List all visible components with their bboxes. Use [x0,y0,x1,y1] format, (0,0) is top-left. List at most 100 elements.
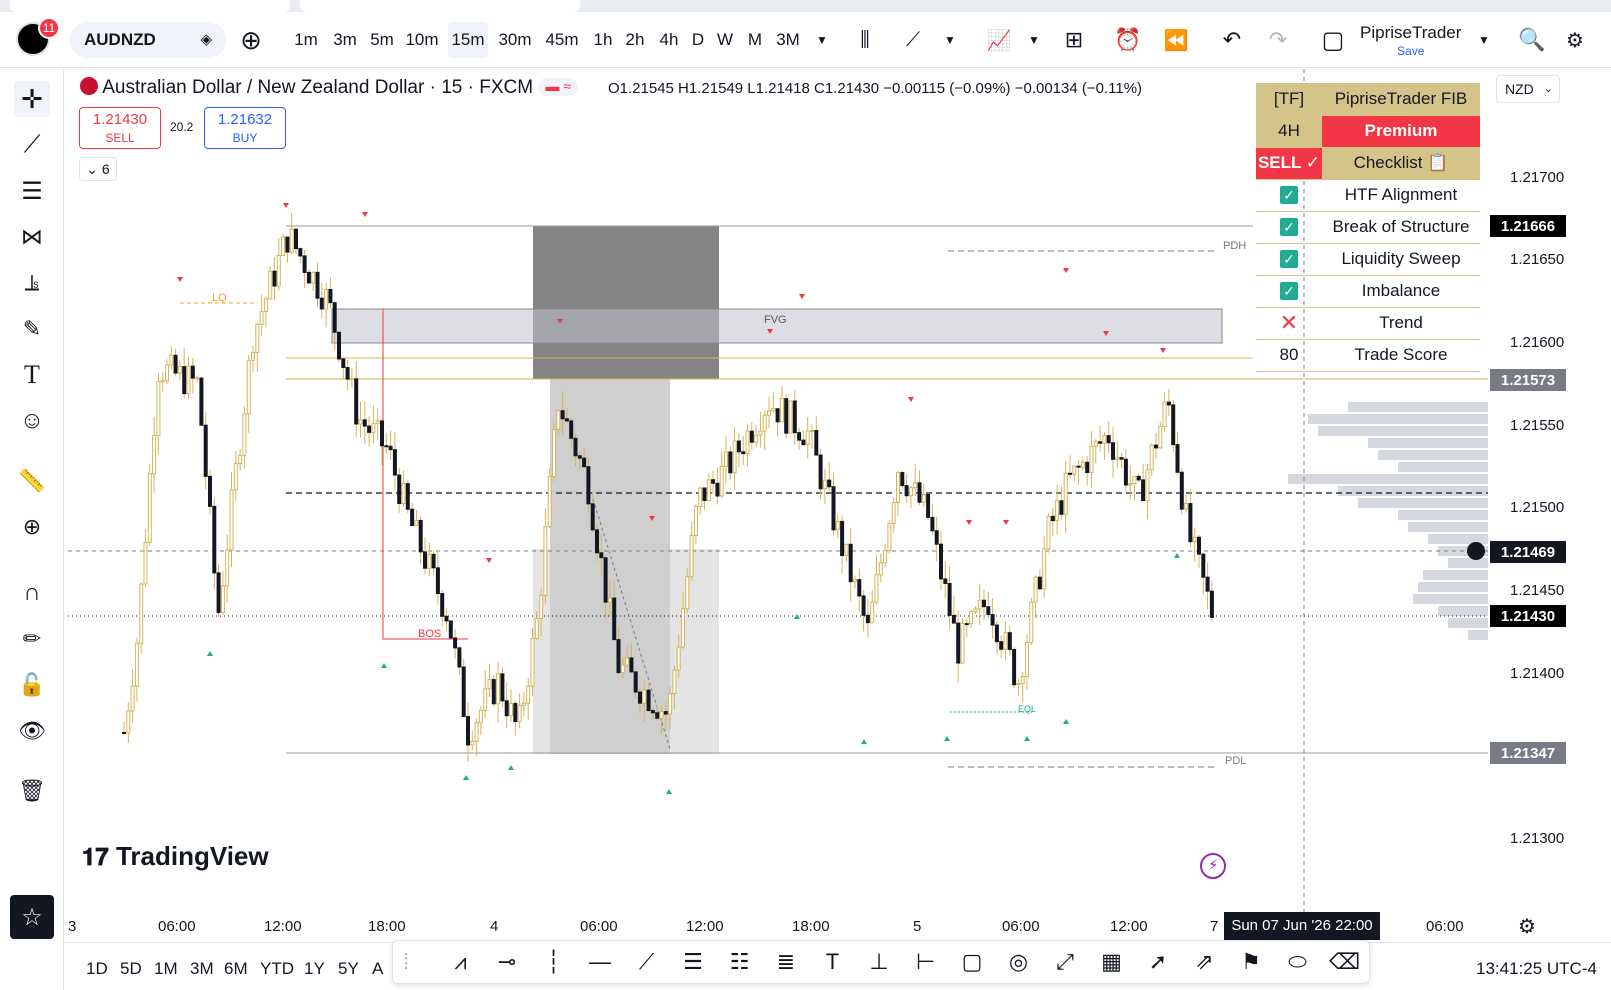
settings-gear-icon[interactable]: ⚙ [1560,22,1590,58]
interval-4h-button[interactable]: 4h [655,22,683,58]
drag-handle-icon[interactable]: ⁞ [399,949,413,977]
eye-visibility-icon[interactable]: 👁 [14,713,50,749]
interval-w-button[interactable]: W [714,22,736,58]
candle-body [590,503,595,531]
interval-30m-button[interactable]: 30m [496,22,534,58]
sell-button[interactable]: 1.21430 SELL [79,107,161,149]
replay-icon[interactable]: ⏪ [1160,22,1192,58]
add-symbol-icon[interactable]: ⊕ [236,22,266,58]
quick-search-icon[interactable]: 🔍 [1516,22,1548,58]
range-1y-button[interactable]: 1Y [304,959,325,979]
currency-selector[interactable]: NZD ⌄ [1496,75,1560,103]
horizontal-line-icon[interactable]: — [585,949,615,977]
emoji-icon[interactable]: ☺ [14,403,50,439]
interval-3m-button[interactable]: 3M [772,22,804,58]
range-3m-button[interactable]: 3M [190,959,214,979]
pattern-icon[interactable]: ⋈ [14,219,50,255]
checklist-item: ✕ Trend [1256,307,1480,340]
fib-retracement-icon[interactable]: ☰ [678,949,708,977]
favorites-star-icon[interactable]: ☆ [10,895,54,939]
range-a-button[interactable]: A [372,959,383,979]
range-5y-button[interactable]: 5Y [338,959,359,979]
eraser-icon[interactable]: ⌫ [1329,949,1360,977]
grid-icon[interactable]: ▦ [1097,949,1127,977]
flag-icon[interactable]: ⚑ [1236,949,1266,977]
trend-line-icon[interactable]: ⟋ [14,127,50,163]
chart-type-chevron-icon[interactable]: ▼ [940,22,960,58]
brush-icon[interactable]: ✎ [14,311,50,347]
fullscreen-square-icon[interactable]: ▢ [1318,22,1348,58]
line-chart-icon[interactable]: ⟋ [898,22,928,58]
text-tool-icon[interactable]: T [14,357,50,393]
indicators-icon[interactable]: 📈 [984,22,1014,58]
chart-pane[interactable]: LQ FVG BOS PDH PDL EQL Australian Dollar / Ne… [68,69,1488,912]
save-chevron-icon[interactable]: ▼ [1474,22,1494,58]
interval-1m-button[interactable]: 1m [290,22,322,58]
candle-body [1197,536,1201,555]
browser-tab-active[interactable] [300,0,580,12]
candles-chart-type-icon[interactable]: ⫼ [846,22,884,58]
ellipse-icon[interactable]: ⬭ [1283,949,1313,977]
date-range-icon[interactable]: ⊢ [911,949,941,977]
interval-d-button[interactable]: D [688,22,708,58]
interval-chevron-down-icon[interactable]: ▼ [812,22,832,58]
unlock-icon[interactable]: 🔓 [14,667,50,703]
circle-icon[interactable]: ◎ [1004,949,1034,977]
arrow-icon[interactable]: ➚ [1143,949,1173,977]
long-position-icon[interactable]: ⇗ [1190,949,1220,977]
price-tag: 1.21573 [1490,369,1566,391]
horizontal-ray-icon[interactable]: ⊸ [492,949,522,977]
interval-15m-button[interactable]: 15m [448,22,488,58]
fib-lines-icon[interactable]: ☰ [14,173,50,209]
interval-45m-button[interactable]: 45m [542,22,582,58]
ruler-icon[interactable]: 📏 [14,463,50,499]
clock[interactable]: 13:41:25 UTC-4 [1476,959,1597,979]
chevron-down-icon[interactable]: ◈ [200,22,212,58]
text-icon[interactable]: T [818,949,848,977]
timescale-settings-icon[interactable]: ⚙ [1518,914,1536,939]
layout-grid-icon[interactable]: ⊞ [1058,22,1090,58]
range-6m-button[interactable]: 6M [224,959,248,979]
fib-extension-icon[interactable]: ☷ [725,949,755,977]
trash-icon[interactable]: 🗑 [14,773,50,809]
time-scale[interactable]: 3 06:00 12:00 18:00 4 06:00 12:00 18:00 5 06:00 12… [68,912,1611,942]
redo-icon[interactable]: ↷ [1262,22,1294,58]
range-5d-button[interactable]: 5D [120,959,142,979]
forecast-icon[interactable]: ⫡ [14,265,50,301]
vertical-line-icon[interactable]: ┆ [539,949,569,977]
polyline-icon[interactable]: ⩘ [446,949,476,977]
buy-button[interactable]: 1.21632 BUY [204,107,286,149]
range-ytd-button[interactable]: YTD [260,959,294,979]
buy-marker [207,651,213,656]
replay-lightning-icon[interactable]: ⚡ [1200,853,1226,879]
interval-m-button[interactable]: M [743,22,767,58]
crosshair-icon[interactable]: ✛ [14,81,50,117]
candle-body [775,408,780,423]
lock-drawing-icon[interactable]: ✏ [14,621,50,657]
price-scale[interactable]: NZD ⌄ 1.21700 1.21650 1.21600 1.21550 1.2150… [1488,69,1611,912]
symbol-search-button[interactable]: AUDNZD ◈ [70,22,226,58]
range-1m-button[interactable]: 1M [154,959,178,979]
alert-clock-icon[interactable]: ⏰ [1112,22,1144,58]
indicators-toggle[interactable]: ⌄ 6 [79,157,117,181]
interval-1h-button[interactable]: 1h [590,22,616,58]
browser-tab[interactable] [10,0,290,12]
interval-2h-button[interactable]: 2h [622,22,648,58]
path-icon[interactable]: ⤢ [1050,949,1080,977]
zoom-in-icon[interactable]: ⊕ [14,509,50,545]
time-label: 5 [913,918,922,935]
indicators-chevron-icon[interactable]: ▼ [1024,22,1044,58]
interval-10m-button[interactable]: 10m [404,22,440,58]
parallel-channel-icon[interactable]: ≣ [771,949,801,977]
interval-5m-button[interactable]: 5m [366,22,398,58]
trend-line-icon[interactable]: ⟋ [632,949,662,977]
price-range-icon[interactable]: ⊥ [864,949,894,977]
undo-icon[interactable]: ↶ [1216,22,1248,58]
save-layout-button[interactable]: PipriseTrader Save [1360,24,1461,60]
rectangle-icon[interactable]: ▢ [957,949,987,977]
range-1d-button[interactable]: 1D [86,959,108,979]
magnet-icon[interactable]: ∩ [14,575,50,611]
candle-body [362,419,367,427]
floating-drawing-toolbar: ⁞ ⩘ ⊸ ┆ — ⟋ ☰ ☷ ≣ T ⊥ ⊢ ▢ ◎ ⤢ ▦ ➚ ⇗ ⚑ ⬭ ⌫ [392,940,1370,984]
interval-3m-button[interactable]: 3m [330,22,360,58]
